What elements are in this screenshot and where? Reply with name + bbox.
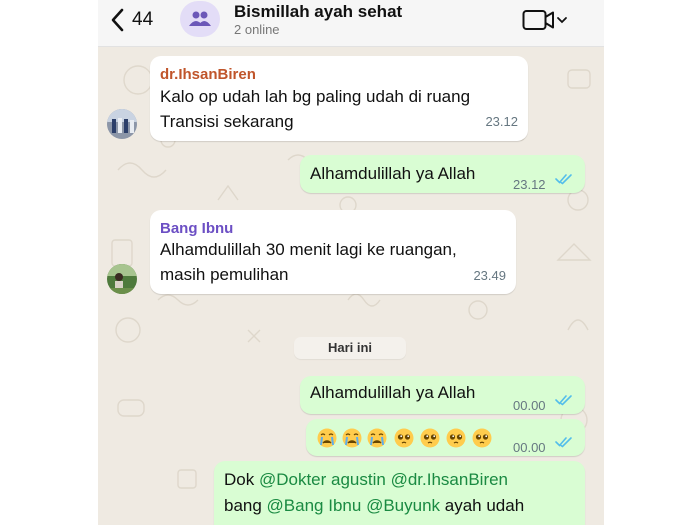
back-button[interactable]: 44: [110, 6, 153, 34]
message-text: Alhamdulillah 30 menit lagi ke ruangan,: [160, 240, 457, 259]
chevron-down-icon: [557, 17, 567, 24]
video-call-button[interactable]: [522, 6, 568, 34]
message-time: 23.49: [473, 268, 506, 283]
date-separator: Hari ini: [294, 337, 406, 359]
message-text: Alhamdulillah ya Allah: [310, 383, 476, 402]
group-icon: [189, 11, 211, 26]
group-title[interactable]: Bismillah ayah sehat: [234, 2, 402, 22]
message-bubble-outgoing[interactable]: Alhamdulillah ya Allah 00.00: [300, 376, 585, 414]
chat-screen: 44 Bismillah ayah sehat 2 online dr.Ihsa…: [98, 0, 604, 525]
message-bubble-outgoing[interactable]: 00.00: [306, 419, 585, 456]
message-text: Kalo op udah lah bg paling udah di ruang: [160, 87, 471, 106]
message-bubble-outgoing[interactable]: Dok @Dokter agustin @dr.IhsanBiren bang …: [214, 461, 585, 525]
message-text: masih pemulihan: [160, 265, 289, 284]
chat-header: 44 Bismillah ayah sehat 2 online: [98, 0, 604, 47]
unread-count: 44: [132, 9, 154, 30]
message-text: Transisi sekarang: [160, 112, 294, 131]
message-time: 00.00: [513, 398, 546, 413]
pleading-face-icon: [394, 428, 414, 448]
pleading-face-icon: [420, 428, 440, 448]
message-text: bang @Bang Ibnu @Buyunk ayah udah: [224, 493, 524, 519]
message-text-prefix: Dok: [224, 470, 259, 489]
message-text: Dok @Dokter agustin @dr.IhsanBiren: [224, 467, 508, 493]
mention-link[interactable]: @Buyunk: [366, 496, 440, 515]
crying-face-icon: [317, 428, 337, 448]
group-avatar[interactable]: [180, 1, 220, 37]
message-time: 23.12: [513, 177, 546, 192]
mention-link[interactable]: @dr.IhsanBiren: [391, 470, 508, 489]
message-bubble-incoming[interactable]: Bang Ibnu Alhamdulillah 30 menit lagi ke…: [150, 210, 516, 294]
chevron-left-icon: [111, 8, 124, 32]
double-check-icon: [555, 437, 572, 448]
message-text-prefix: bang: [224, 496, 267, 515]
pleading-face-icon: [446, 428, 466, 448]
mention-link[interactable]: @Bang Ibnu: [267, 496, 362, 515]
crying-face-icon: [367, 428, 387, 448]
double-check-icon: [555, 395, 572, 406]
message-bubble-outgoing[interactable]: Alhamdulillah ya Allah 23.12: [300, 155, 585, 193]
message-bubble-incoming[interactable]: dr.IhsanBiren Kalo op udah lah bg paling…: [150, 56, 528, 141]
message-text-suffix: ayah udah: [440, 496, 525, 515]
online-status: 2 online: [234, 22, 280, 37]
double-check-icon: [555, 174, 572, 185]
message-text: Alhamdulillah ya Allah: [310, 164, 476, 183]
mention-link[interactable]: @Dokter agustin: [259, 470, 386, 489]
message-time: 23.12: [485, 114, 518, 129]
sender-avatar[interactable]: [107, 109, 137, 139]
pleading-face-icon: [472, 428, 492, 448]
video-camera-icon: [522, 10, 554, 30]
sender-avatar[interactable]: [107, 264, 137, 294]
message-time: 00.00: [513, 440, 546, 455]
crying-face-icon: [342, 428, 362, 448]
